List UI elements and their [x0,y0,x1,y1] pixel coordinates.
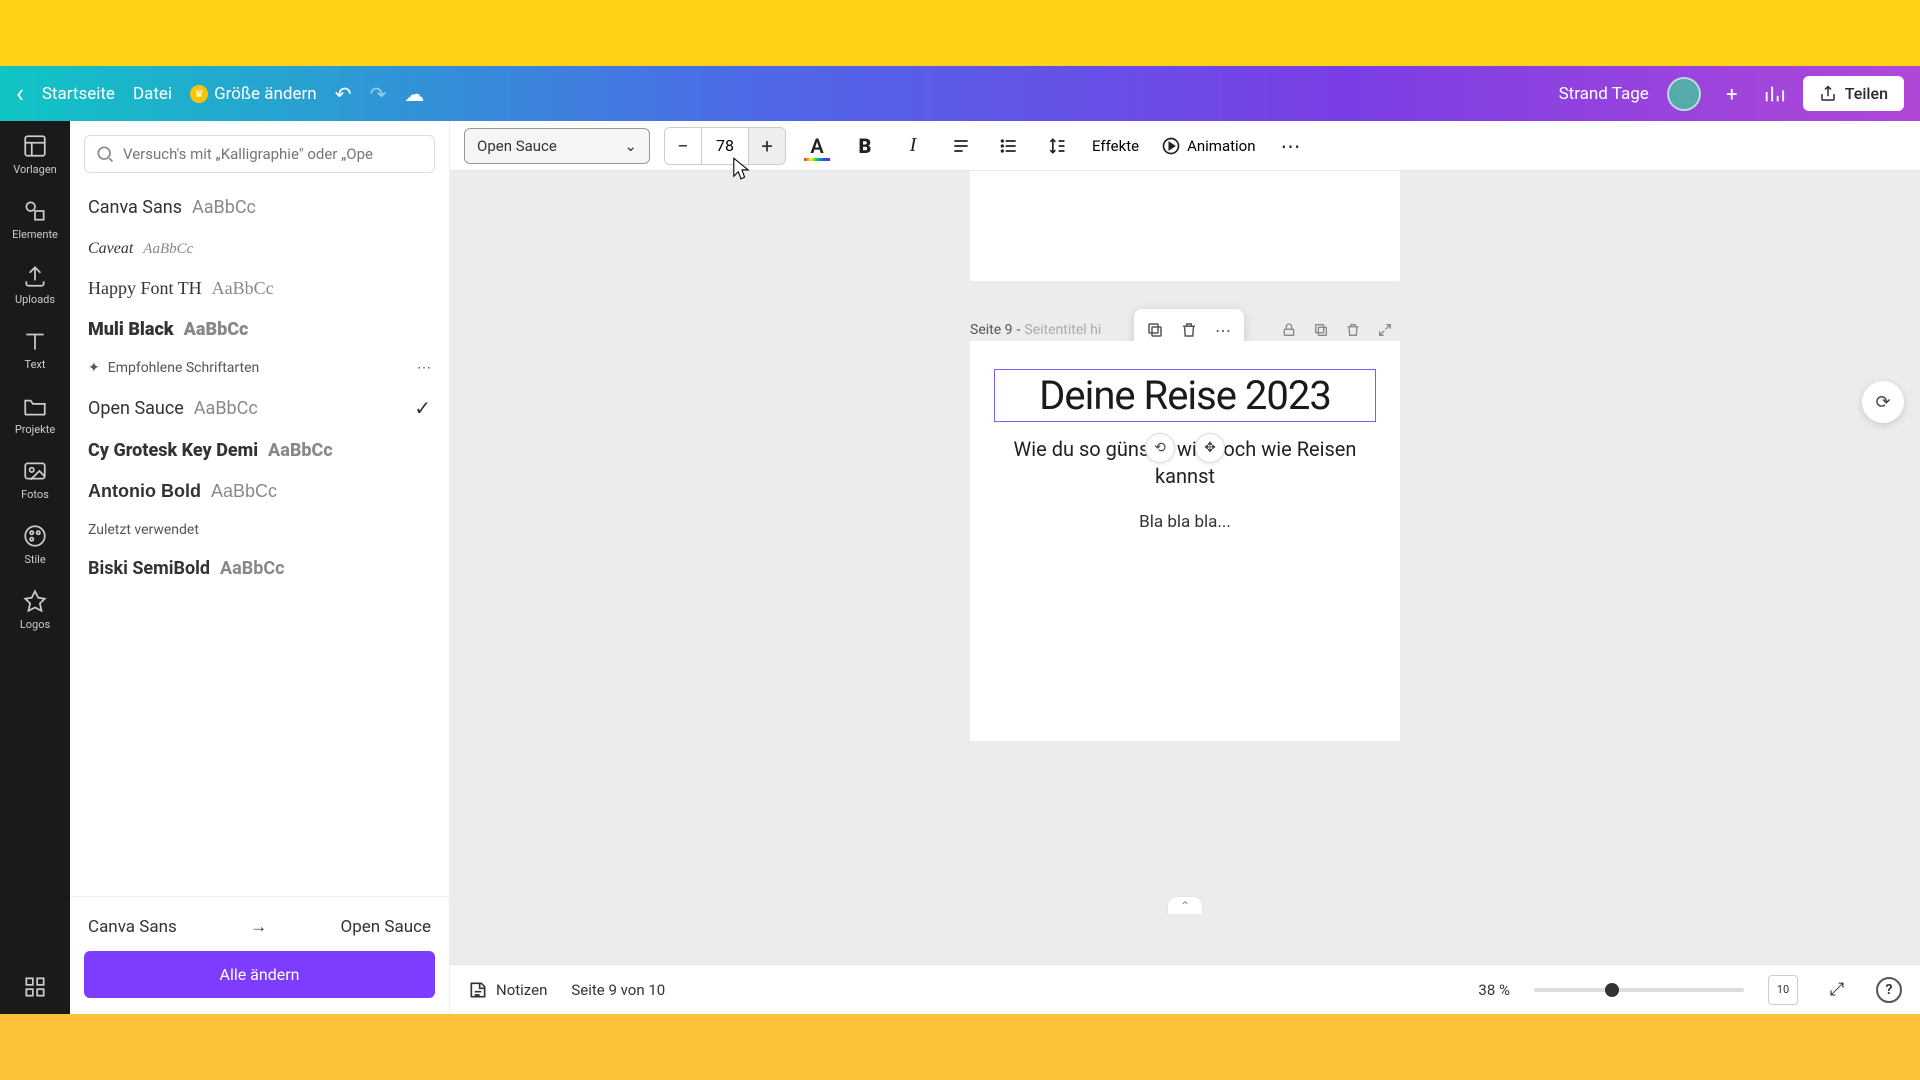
share-button[interactable]: Teilen [1803,76,1904,111]
rail-templates[interactable]: Vorlagen [13,133,57,176]
fullscreen-icon[interactable]: ⤢ [1822,975,1852,1005]
share-icon [1819,85,1837,103]
font-row[interactable]: Canva Sans AaBbCc [70,187,449,228]
app-topbar: ‹ Startseite Datei ♛ Größe ändern ↶ ↷ ☁ S… [0,66,1920,121]
font-size-increase[interactable]: + [749,128,785,164]
more-options-icon[interactable]: ⋯ [1274,129,1308,163]
previous-page-preview[interactable] [970,171,1400,281]
font-dropdown[interactable]: Open Sauce⌄ [464,128,650,164]
change-all-button[interactable]: Alle ändern [84,951,435,998]
regenerate-button[interactable]: ⟳ [1862,381,1904,423]
swap-to-label: Open Sauce [341,917,432,937]
resize-button[interactable]: ♛ Größe ändern [190,84,317,104]
rail-projects[interactable]: Projekte [15,393,55,436]
rotate-handle-icon[interactable]: ⟲ [1145,433,1175,463]
font-row[interactable]: Happy Font TH AaBbCc [70,268,449,309]
search-icon [95,144,115,164]
italic-button[interactable]: I [896,129,930,163]
rail-uploads[interactable]: Uploads [15,263,55,306]
notes-icon [468,980,488,1000]
move-handle-icon[interactable]: ✥ [1195,433,1225,463]
more-icon[interactable]: ⋯ [417,360,431,376]
zoom-label: 38 % [1478,981,1510,999]
canvas[interactable]: Seite 9 - Seitentitel hi ⋯ Deine Reis [450,171,1920,964]
font-row[interactable]: Caveat AaBbCc [70,228,449,268]
file-menu[interactable]: Datei [133,84,172,104]
zoom-slider[interactable] [1534,988,1744,992]
rail-more[interactable] [22,974,48,1000]
font-row[interactable]: Antonio Bold AaBbCc [70,471,449,512]
font-size-decrease[interactable]: − [665,128,701,164]
add-member-icon[interactable]: + [1719,81,1745,107]
swap-from-label: Canva Sans [88,917,177,937]
page-body-text[interactable]: Bla bla bla... [994,512,1376,532]
font-row[interactable]: Cy Grotesk Key Demi AaBbCc [70,430,449,471]
recent-header: Zuletzt verwendet [70,512,449,548]
sparkle-icon: ✦ [88,360,100,376]
font-size-input[interactable] [701,128,749,164]
current-page[interactable]: Deine Reise 2023 Wie du so günstig wie n… [970,341,1400,741]
rail-elements[interactable]: Elemente [12,198,58,241]
page-number-label: Seite 9 [970,322,1013,338]
editor-area: Open Sauce⌄ − + A B I Effekte Animation … [450,121,1920,1014]
insights-icon[interactable] [1763,83,1785,105]
font-size-group: − + [664,127,786,165]
font-row[interactable]: Muli Black AaBbCc [70,309,449,350]
font-row[interactable]: Open Sauce AaBbCc✓ [70,386,449,430]
redo-icon[interactable]: ↷ [369,82,386,106]
effects-button[interactable]: Effekte [1088,137,1143,155]
bold-button[interactable]: B [848,129,882,163]
notes-button[interactable]: Notizen [468,980,547,1000]
resize-label: Größe ändern [214,84,317,104]
font-search-input[interactable] [123,145,424,163]
font-swap-footer: Canva Sans → Open Sauce Alle ändern [70,896,449,1014]
cloud-sync-icon[interactable]: ☁ [404,82,424,106]
font-row[interactable]: Biski SemiBold AaBbCc [70,548,449,589]
recommended-header: ✦Empfohlene Schriftarten ⋯ [70,350,449,386]
list-button[interactable] [992,129,1026,163]
text-toolbar: Open Sauce⌄ − + A B I Effekte Animation … [450,121,1920,171]
rail-text[interactable]: Text [22,328,48,371]
font-panel: Canva Sans AaBbCc Caveat AaBbCc Happy Fo… [70,121,450,1014]
rail-photos[interactable]: Fotos [21,458,49,501]
animation-button[interactable]: Animation [1157,136,1259,156]
check-icon: ✓ [414,396,431,420]
font-search[interactable] [84,135,435,173]
chevron-down-icon: ⌄ [624,137,637,155]
status-bar: Notizen Seite 9 von 10 38 % 10 ⤢ ? [450,964,1920,1014]
spacing-button[interactable] [1040,129,1074,163]
page-counter: Seite 9 von 10 [571,981,665,999]
page-title-placeholder[interactable]: Seitentitel hi [1024,322,1101,338]
nav-rail: Vorlagen Elemente Uploads Text Projekte … [0,121,70,1014]
page-title-text[interactable]: Deine Reise 2023 [994,369,1376,422]
rail-logos[interactable]: Logos [20,588,50,631]
help-icon[interactable]: ? [1876,977,1902,1003]
home-link[interactable]: Startseite [42,84,115,104]
animation-icon [1161,136,1181,156]
crown-icon: ♛ [190,85,208,103]
text-color-button[interactable]: A [800,129,834,163]
align-button[interactable] [944,129,978,163]
rail-styles[interactable]: Stile [22,523,48,566]
user-avatar[interactable] [1667,77,1701,111]
back-icon[interactable]: ‹ [16,79,24,109]
share-label: Teilen [1845,84,1888,103]
undo-icon[interactable]: ↶ [335,82,352,106]
project-name[interactable]: Strand Tage [1559,84,1649,104]
grid-view-button[interactable]: 10 [1768,975,1798,1005]
arrow-right-icon: → [250,917,267,937]
page-thumbnails-toggle[interactable]: ⌃ [1167,896,1203,914]
